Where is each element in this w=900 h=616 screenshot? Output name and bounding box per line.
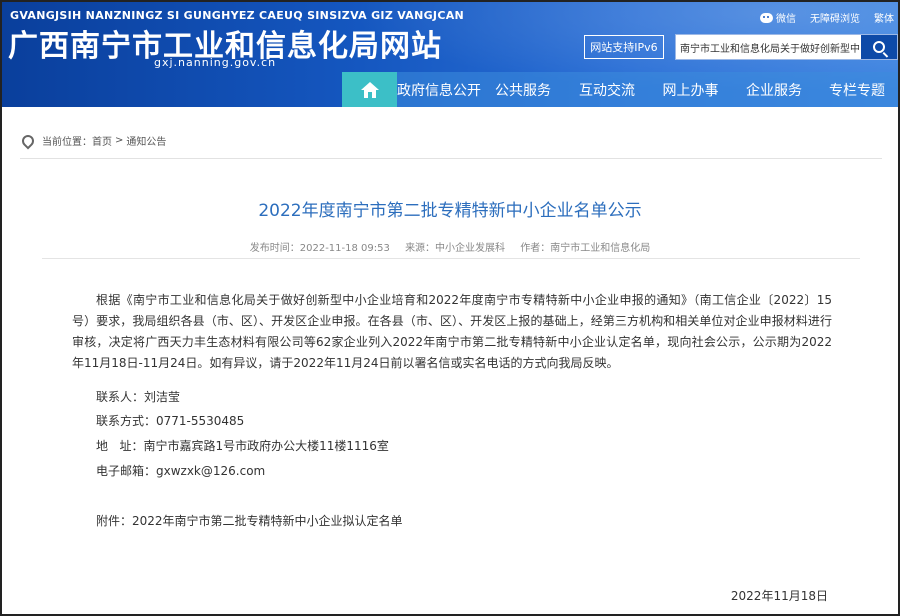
nav-home[interactable] — [342, 72, 397, 107]
breadcrumb-home[interactable]: 首页 — [92, 133, 112, 148]
nav-item-public-service[interactable]: 公共服务 — [481, 72, 565, 107]
article-meta: 发布时间：2022-11-18 09:53 来源：中小企业发展科 作者：南宁市工… — [2, 239, 898, 254]
contact-person: 联系人：刘洁莹 — [96, 390, 181, 404]
main-nav: 政府信息公开 公共服务 互动交流 网上办事 企业服务 专栏专题 — [342, 72, 898, 107]
divider — [20, 158, 882, 159]
search-button[interactable] — [861, 35, 897, 59]
nav-item-enterprise-service[interactable]: 企业服务 — [732, 72, 816, 107]
article-date: 2022年11月18日 — [730, 589, 828, 603]
article-source: 来源：中小企业发展科 — [405, 243, 506, 254]
accessible-browse-link[interactable]: 无障碍浏览 — [810, 10, 860, 25]
location-pin-icon — [19, 132, 37, 149]
article-author: 作者：南宁市工业和信息化局 — [520, 243, 651, 254]
search-icon — [873, 41, 885, 53]
site-domain: gxj.nanning.gov.cn — [154, 56, 277, 69]
breadcrumb-label: 当前位置： — [42, 137, 92, 148]
nav-item-interaction[interactable]: 互动交流 — [565, 72, 649, 107]
page-frame: GVANGJSIH NANZNINGZ SI GUNGHYEZ CAEUQ SI… — [0, 0, 900, 616]
nav-item-special-topics[interactable]: 专栏专题 — [816, 72, 898, 107]
nav-item-online-service[interactable]: 网上办事 — [649, 72, 732, 107]
breadcrumb-current[interactable]: 通知公告 — [126, 133, 166, 148]
ipv6-badge[interactable]: 网站支持IPv6 — [584, 35, 664, 59]
wechat-label: 微信 — [776, 14, 796, 25]
article-paragraph: 根据《南宁市工业和信息化局关于做好创新型中小企业培育和2022年度南宁市专精特新… — [72, 293, 832, 370]
wechat-icon — [760, 12, 773, 23]
attachment-link[interactable]: 附件：2022年南宁市第二批专精特新中小企业拟认定名单 — [96, 512, 403, 529]
nav-item-gov-info[interactable]: 政府信息公开 — [397, 72, 481, 107]
top-links: 微信 无障碍浏览 繁体 — [760, 10, 894, 25]
breadcrumb-separator: > — [115, 135, 124, 146]
contact-phone: 联系方式：0771-5530485 — [96, 414, 245, 428]
article-title: 2022年度南宁市第二批专精特新中小企业名单公示 — [258, 201, 642, 221]
traditional-chinese-link[interactable]: 繁体 — [874, 10, 894, 25]
search-input[interactable] — [680, 38, 860, 56]
wechat-link[interactable]: 微信 — [760, 10, 796, 25]
breadcrumb: 当前位置： 首页 > 通知公告 — [19, 132, 166, 149]
contact-email: 电子邮箱：gxwzxk@126.com — [96, 464, 266, 478]
home-icon — [360, 81, 379, 98]
publish-time: 发布时间：2022-11-18 09:53 — [249, 243, 390, 254]
contact-address: 地 址：南宁市嘉宾路1号市政府办公大楼11楼1116室 — [96, 439, 389, 453]
divider — [42, 258, 860, 259]
search-box — [675, 34, 898, 60]
